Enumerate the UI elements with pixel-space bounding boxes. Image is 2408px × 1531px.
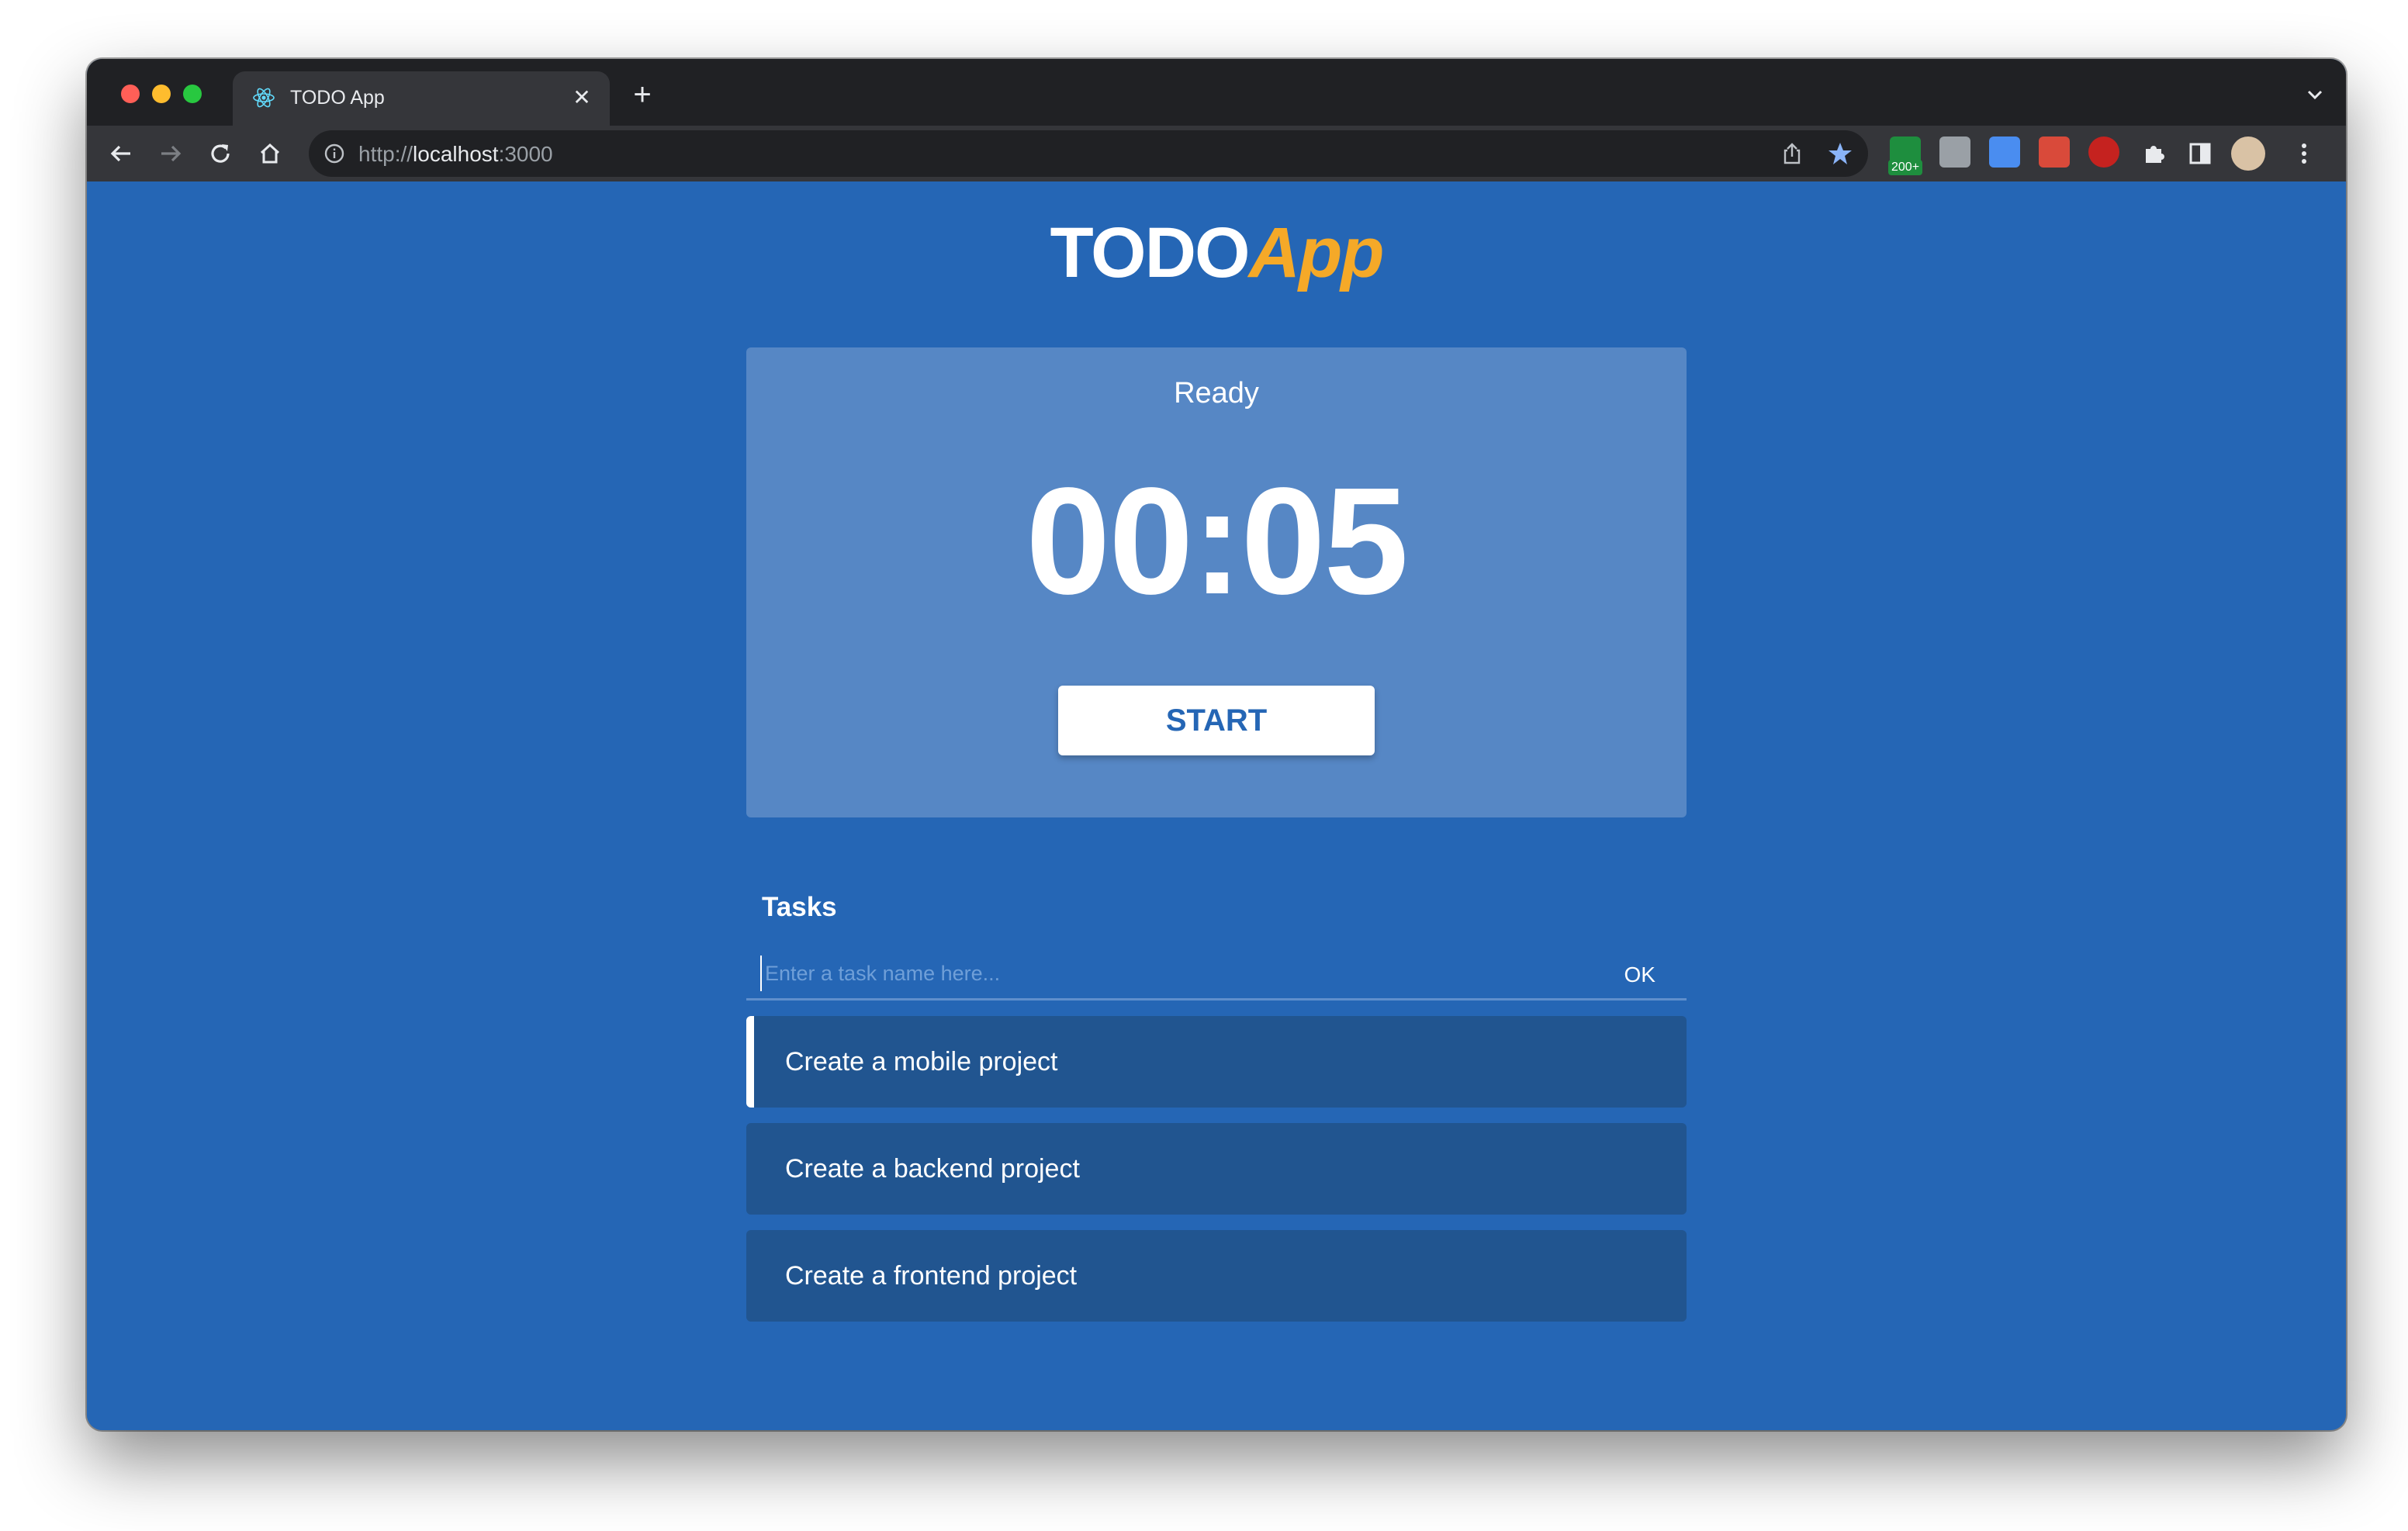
react-icon [253,88,275,108]
share-icon[interactable] [1778,140,1806,168]
task-item[interactable]: Create a mobile project [746,1016,1687,1108]
extension-blue-icon[interactable] [1989,137,2020,168]
info-icon[interactable] [323,142,346,165]
task-label: Create a frontend project [785,1261,1078,1291]
task-form: OK [746,949,1687,1001]
task-item[interactable]: Create a backend project [746,1123,1687,1215]
more-menu-icon[interactable] [2289,138,2320,169]
browser-window: TODO App ✕ + http://localhost:3000 200+ … [87,59,2346,1430]
window-close-button[interactable] [121,85,140,103]
browser-tab[interactable]: TODO App ✕ [233,71,610,126]
url-port: :3000 [498,142,553,166]
task-name-input[interactable] [760,956,1567,991]
back-icon[interactable] [106,138,137,169]
side-panel-icon[interactable] [2185,138,2216,169]
profile-avatar[interactable] [2231,137,2265,171]
window-maximize-button[interactable] [183,85,202,103]
extension-green-icon[interactable]: 200+ [1888,137,1923,175]
task-label: Create a backend project [785,1154,1080,1184]
tasks-heading: Tasks [762,892,837,922]
window-minimize-button[interactable] [152,85,171,103]
page-content: TODOApp Ready 00:05 START Tasks OK Creat… [87,181,2346,1430]
app-logo: TODOApp [87,213,2346,294]
timer-status: Ready [1174,377,1259,410]
address-bar[interactable]: http://localhost:3000 [309,130,1868,177]
tab-strip: TODO App ✕ + [87,59,2346,126]
task-label: Create a mobile project [785,1047,1058,1077]
tab-title: TODO App [290,87,385,109]
bookmark-star-icon[interactable] [1826,140,1854,168]
logo-app: App [1248,213,1385,292]
timer-display: 00:05 [1026,456,1408,626]
timer-card: Ready 00:05 START [746,347,1687,817]
home-icon[interactable] [254,138,285,169]
chevron-down-icon[interactable] [2302,82,2327,107]
task-list: Create a mobile project Create a backend… [746,1016,1687,1337]
extension-red-icon[interactable] [2039,137,2070,168]
extension-code-icon[interactable] [1939,137,1970,168]
url-scheme: http:// [358,142,413,166]
logo-todo: TODO [1050,213,1251,292]
extension-s-icon[interactable] [2088,137,2119,168]
puzzle-extensions-icon[interactable] [2138,138,2169,169]
tab-close-icon[interactable]: ✕ [569,85,594,110]
ok-button[interactable]: OK [1624,957,1656,993]
start-button[interactable]: START [1058,686,1375,755]
task-item[interactable]: Create a frontend project [746,1230,1687,1322]
browser-toolbar: http://localhost:3000 200+ [87,126,2346,181]
reload-icon[interactable] [205,138,236,169]
forward-icon[interactable] [155,138,186,169]
url-host: localhost [413,142,499,166]
new-tab-button[interactable]: + [625,79,659,113]
extension-badge: 200+ [1888,160,1923,175]
url-text: http://localhost:3000 [358,142,553,167]
